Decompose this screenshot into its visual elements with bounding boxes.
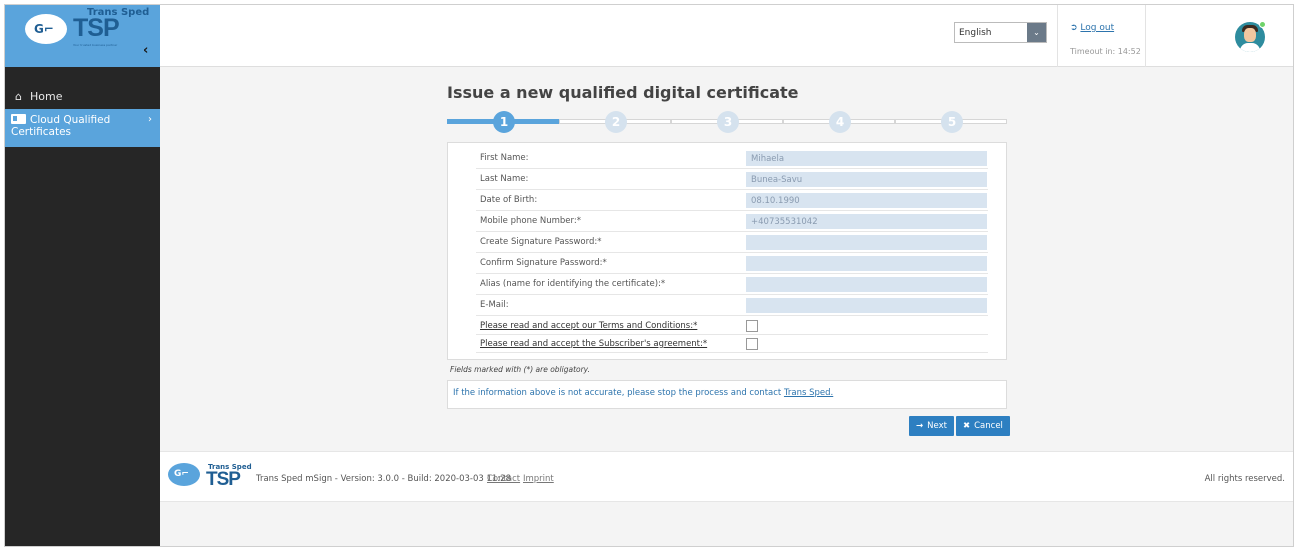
online-status-icon [1259, 21, 1266, 28]
contact-link[interactable]: Contact [487, 474, 520, 484]
last-name-label: Last Name: [480, 174, 529, 184]
chevron-down-icon[interactable]: ⌄ [1027, 23, 1046, 42]
mobile-field[interactable] [746, 214, 987, 229]
form-row-confirm-password: Confirm Signature Password:* [476, 254, 988, 274]
confirm-password-label: Confirm Signature Password:* [480, 258, 607, 268]
wizard-stepper: 1 2 3 4 5 [447, 111, 1007, 133]
sidebar-nav: ⌂ Home Cloud Qualified Certificates › [5, 87, 160, 147]
footer-key-logo-icon: G⌐ [168, 463, 200, 486]
step-4: 4 [829, 111, 851, 133]
logout-icon: ➲ [1070, 23, 1078, 33]
certificate-form: First Name: Last Name: Date of Birth: Mo… [447, 142, 1007, 360]
email-label: E-Mail: [480, 300, 509, 310]
chevron-right-icon: › [148, 114, 152, 125]
dob-label: Date of Birth: [480, 195, 538, 205]
form-row-email: E-Mail: [476, 296, 988, 316]
brand-logo[interactable]: G⌐ Trans Sped TSP Your trusted business … [5, 5, 160, 67]
logo-big-text: TSP [73, 14, 120, 42]
form-row-last-name: Last Name: [476, 170, 988, 190]
subscriber-agreement-checkbox[interactable] [746, 338, 758, 350]
key-logo-icon: G⌐ [25, 14, 67, 44]
form-row-alias: Alias (name for identifying the certific… [476, 275, 988, 295]
create-password-label: Create Signature Password:* [480, 237, 602, 247]
alias-field[interactable] [746, 277, 987, 292]
info-text: If the information above is not accurate… [453, 388, 782, 398]
footer-logo-big-text: TSP [206, 469, 241, 490]
sidebar-item-cloud-qualified-certificates[interactable]: Cloud Qualified Certificates › [5, 109, 160, 147]
step-3: 3 [717, 111, 739, 133]
first-name-label: First Name: [480, 153, 529, 163]
terms-link[interactable]: Please read and accept our Terms and Con… [480, 321, 697, 331]
id-card-icon [11, 114, 26, 124]
footer: G⌐ Trans Sped TSP Trans Sped mSign - Ver… [160, 451, 1293, 502]
language-selected: English [959, 28, 992, 38]
form-row-create-password: Create Signature Password:* [476, 233, 988, 253]
next-button[interactable]: → Next [909, 416, 954, 436]
close-icon: ✖ [963, 421, 971, 431]
step-2: 2 [605, 111, 627, 133]
cancel-button[interactable]: ✖ Cancel [956, 416, 1010, 436]
top-header: English ⌄ ➲ Log out Timeout in: 14:52 [160, 5, 1293, 67]
required-fields-note: Fields marked with (*) are obligatory. [450, 365, 590, 374]
mobile-label: Mobile phone Number:* [480, 216, 581, 226]
form-row-mobile: Mobile phone Number:* [476, 212, 988, 232]
collapse-sidebar-icon[interactable]: ‹ [143, 43, 148, 58]
logout-label: Log out [1080, 23, 1115, 33]
confirm-password-field[interactable] [746, 256, 987, 271]
rights-text: All rights reserved. [1204, 474, 1285, 484]
page-title: Issue a new qualified digital certificat… [447, 83, 799, 102]
sidebar-item-home[interactable]: ⌂ Home [5, 87, 160, 105]
imprint-link[interactable]: Imprint [523, 474, 554, 484]
last-name-field[interactable] [746, 172, 987, 187]
first-name-field[interactable] [746, 151, 987, 166]
subscriber-agreement-link[interactable]: Please read and accept the Subscriber's … [480, 339, 707, 349]
form-row-terms: Please read and accept our Terms and Con… [476, 317, 988, 335]
terms-checkbox[interactable] [746, 320, 758, 332]
language-select[interactable]: English ⌄ [954, 22, 1047, 43]
arrow-right-icon: → [916, 421, 924, 431]
logo-tagline: Your trusted business partner [73, 43, 118, 47]
form-row-first-name: First Name: [476, 149, 988, 169]
sidebar-item-label: Home [29, 89, 63, 103]
step-5: 5 [941, 111, 963, 133]
create-password-field[interactable] [746, 235, 987, 250]
info-box: If the information above is not accurate… [447, 380, 1007, 409]
form-row-subscriber: Please read and accept the Subscriber's … [476, 335, 988, 353]
logout-link[interactable]: ➲ Log out [1070, 23, 1114, 33]
contact-trans-sped-link[interactable]: Trans Sped. [784, 388, 833, 398]
version-info: Trans Sped mSign - Version: 3.0.0 - Buil… [256, 474, 511, 484]
header-divider [1145, 5, 1146, 67]
session-timeout: Timeout in: 14:52 [1070, 47, 1141, 56]
form-row-dob: Date of Birth: [476, 191, 988, 211]
home-icon: ⌂ [15, 89, 22, 103]
sidebar: G⌐ Trans Sped TSP Your trusted business … [5, 5, 160, 546]
header-divider [1057, 5, 1058, 67]
dob-field[interactable] [746, 193, 987, 208]
app-frame: G⌐ Trans Sped TSP Your trusted business … [4, 4, 1294, 547]
step-1: 1 [493, 111, 515, 133]
alias-label: Alias (name for identifying the certific… [480, 279, 666, 289]
email-field[interactable] [746, 298, 987, 313]
